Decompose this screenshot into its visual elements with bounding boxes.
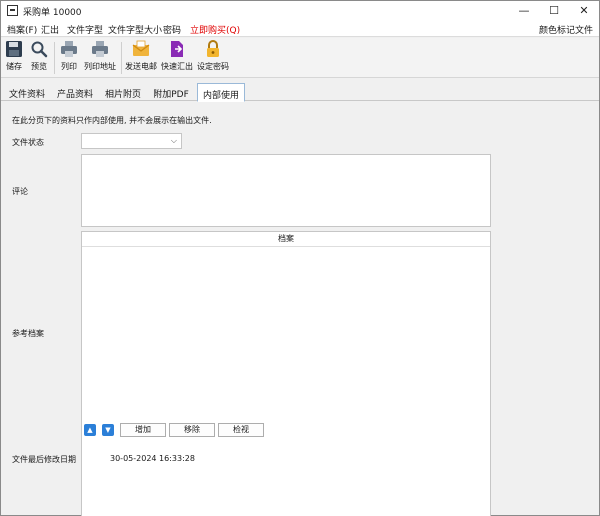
last-modified-value: 30-05-2024 16:33:28	[110, 454, 195, 463]
app-document-icon	[7, 5, 18, 16]
toolbar-separator	[54, 42, 55, 74]
tab-document-info[interactable]: 文件资料	[5, 83, 49, 101]
save-button[interactable]: 储存	[3, 40, 25, 76]
app-window: 采购单 10000 — ☐ ✕ 档案(F) 汇出 文件字型 文件字型大小 密码 …	[0, 0, 600, 516]
window-title: 采购单 10000	[23, 8, 82, 18]
minimize-button[interactable]: —	[509, 1, 539, 21]
menu-buy-now[interactable]: 立即购买(Q)	[190, 23, 240, 36]
tab-bar: 文件资料 产品资料 相片附页 附加PDF 内部使用	[1, 81, 599, 102]
toolbar-separator	[121, 42, 122, 74]
maximize-button[interactable]: ☐	[539, 1, 569, 21]
menu-export[interactable]: 汇出	[41, 23, 59, 36]
reference-file-list[interactable]: 档案	[81, 231, 491, 516]
file-column-header: 档案	[82, 232, 490, 247]
tab-attach-pdf[interactable]: 附加PDF	[149, 83, 193, 101]
menu-password[interactable]: 密码	[163, 23, 181, 36]
printer-address-icon	[91, 40, 109, 58]
title-bar: 采购单 10000 — ☐ ✕	[1, 1, 599, 21]
tab-product-info[interactable]: 产品资料	[53, 83, 97, 101]
comment-label: 评论	[12, 187, 28, 196]
menu-bar: 档案(F) 汇出 文件字型 文件字型大小 密码 立即购买(Q) 颜色标记文件	[1, 21, 599, 37]
status-label: 文件状态	[12, 138, 44, 147]
print-button[interactable]: 列印	[58, 40, 80, 76]
comment-textarea[interactable]	[81, 154, 491, 227]
print-address-button[interactable]: 列印地址	[83, 40, 117, 76]
arrow-down-icon: ▼	[105, 426, 111, 434]
menu-font[interactable]: 文件字型	[67, 23, 103, 36]
menu-font-size[interactable]: 文件字型大小	[108, 23, 162, 36]
send-email-button[interactable]: 发送电邮	[124, 40, 158, 76]
export-document-icon	[168, 40, 186, 58]
intro-text: 在此分页下的资料只作内部使用, 并不会展示在输出文件.	[12, 116, 212, 125]
send-email-label: 发送电邮	[125, 62, 157, 71]
view-button[interactable]: 检视	[218, 423, 264, 437]
printer-icon	[60, 40, 78, 58]
set-password-button[interactable]: 设定密码	[196, 40, 230, 76]
chevron-down-icon: ⌵	[170, 136, 177, 145]
tab-photo-attachments[interactable]: 相片附页	[101, 83, 145, 101]
remove-button[interactable]: 移除	[169, 423, 215, 437]
magnifier-icon	[30, 40, 48, 58]
close-button[interactable]: ✕	[569, 1, 599, 21]
padlock-icon	[204, 40, 222, 58]
print-address-label: 列印地址	[84, 62, 116, 71]
reference-files-label: 参考档案	[12, 329, 44, 338]
quick-export-button[interactable]: 快速汇出	[160, 40, 194, 76]
menu-color-mark[interactable]: 颜色标记文件	[539, 23, 593, 36]
move-down-button[interactable]: ▼	[102, 424, 114, 436]
print-label: 列印	[61, 62, 77, 71]
move-up-button[interactable]: ▲	[84, 424, 96, 436]
tab-internal-use[interactable]: 内部使用	[197, 83, 245, 102]
arrow-up-icon: ▲	[87, 426, 93, 434]
add-button[interactable]: 增加	[120, 423, 166, 437]
save-label: 储存	[6, 62, 22, 71]
status-select[interactable]: ⌵	[81, 133, 182, 149]
menu-file[interactable]: 档案(F)	[7, 23, 37, 36]
save-icon	[5, 40, 23, 58]
toolbar: 储存 预览 列印 列印地址 发送电邮 快速汇出 设定密码	[1, 38, 599, 78]
preview-button[interactable]: 预览	[28, 40, 50, 76]
envelope-icon	[132, 40, 150, 58]
preview-label: 预览	[31, 62, 47, 71]
set-password-label: 设定密码	[197, 62, 229, 71]
quick-export-label: 快速汇出	[161, 62, 193, 71]
last-modified-label: 文件最后修改日期	[12, 455, 76, 464]
internal-use-panel: 在此分页下的资料只作内部使用, 并不会展示在输出文件. 文件状态 ⌵ 评论 参考…	[1, 102, 599, 516]
